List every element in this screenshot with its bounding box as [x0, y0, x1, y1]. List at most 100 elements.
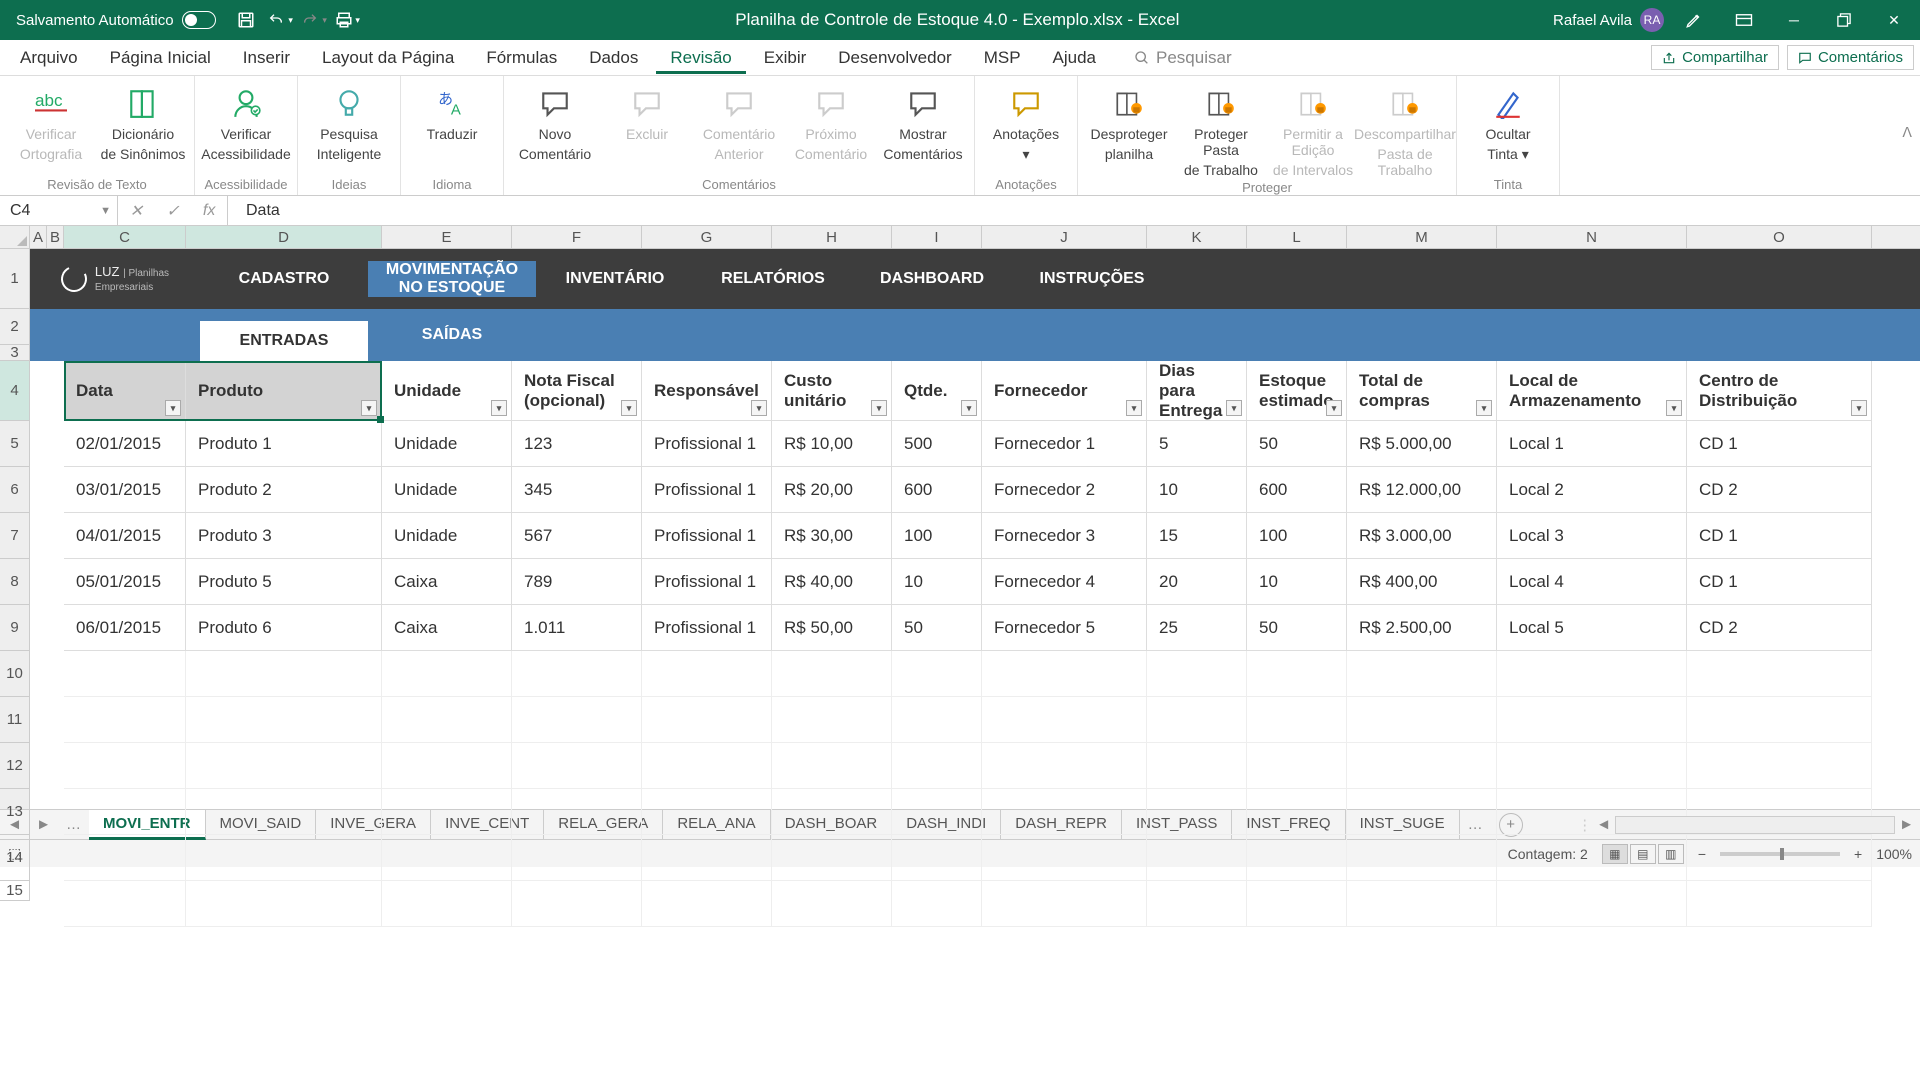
row-header-4[interactable]: 4: [0, 361, 30, 421]
filter-icon[interactable]: ▾: [165, 400, 181, 416]
row-header-8[interactable]: 8: [0, 559, 30, 605]
table-cell[interactable]: R$ 12.000,00: [1347, 467, 1497, 513]
table-cell[interactable]: 567: [512, 513, 642, 559]
table-cell[interactable]: 600: [892, 467, 982, 513]
table-cell[interactable]: R$ 20,00: [772, 467, 892, 513]
filter-icon[interactable]: ▾: [491, 400, 507, 416]
column-header-M[interactable]: M: [1347, 226, 1497, 248]
ribbon-verificar-button[interactable]: VerificarAcessibilidade: [203, 80, 289, 162]
undo-icon[interactable]: ▾: [266, 6, 294, 34]
row-header-9[interactable]: 9: [0, 605, 30, 651]
table-cell[interactable]: CD 1: [1687, 559, 1872, 605]
table-cell[interactable]: Produto 5: [186, 559, 382, 605]
table-cell[interactable]: 02/01/2015: [64, 421, 186, 467]
minimize-button[interactable]: ─: [1774, 6, 1814, 34]
table-cell[interactable]: Produto 3: [186, 513, 382, 559]
filter-icon[interactable]: ▾: [1126, 400, 1142, 416]
empty-row[interactable]: [30, 651, 1920, 697]
app-tab-instruções[interactable]: INSTRUÇÕES: [1012, 270, 1172, 288]
select-all-button[interactable]: [0, 226, 30, 248]
ribbon-tab-fórmulas[interactable]: Fórmulas: [472, 42, 571, 74]
table-header-9[interactable]: Estoque estimado▾: [1247, 361, 1347, 421]
table-cell[interactable]: Fornecedor 2: [982, 467, 1147, 513]
table-cell[interactable]: CD 1: [1687, 421, 1872, 467]
ribbon-tab-dados[interactable]: Dados: [575, 42, 652, 74]
user-account[interactable]: Rafael Avila RA: [1553, 8, 1664, 32]
row-header-1[interactable]: 1: [0, 249, 30, 309]
ribbon-tab-página-inicial[interactable]: Página Inicial: [96, 42, 225, 74]
row-header-7[interactable]: 7: [0, 513, 30, 559]
fx-icon[interactable]: fx: [203, 202, 215, 220]
column-header-D[interactable]: D: [186, 226, 382, 248]
ribbon-pesquisa-button[interactable]: PesquisaInteligente: [306, 80, 392, 162]
table-cell[interactable]: Profissional 1: [642, 605, 772, 651]
table-cell[interactable]: R$ 10,00: [772, 421, 892, 467]
table-cell[interactable]: Fornecedor 5: [982, 605, 1147, 651]
table-cell[interactable]: R$ 50,00: [772, 605, 892, 651]
table-cell[interactable]: Unidade: [382, 513, 512, 559]
table-cell[interactable]: 500: [892, 421, 982, 467]
table-cell[interactable]: CD 2: [1687, 467, 1872, 513]
ribbon-ocultar-button[interactable]: OcultarTinta ▾: [1465, 80, 1551, 163]
table-cell[interactable]: 100: [1247, 513, 1347, 559]
table-cell[interactable]: R$ 2.500,00: [1347, 605, 1497, 651]
column-header-A[interactable]: A: [30, 226, 47, 248]
table-cell[interactable]: Local 4: [1497, 559, 1687, 605]
filter-icon[interactable]: ▾: [961, 400, 977, 416]
table-header-2[interactable]: Unidade▾: [382, 361, 512, 421]
table-cell[interactable]: 100: [892, 513, 982, 559]
table-cell[interactable]: R$ 40,00: [772, 559, 892, 605]
ribbon-dicionário-button[interactable]: Dicionáriode Sinônimos: [100, 80, 186, 162]
table-cell[interactable]: 06/01/2015: [64, 605, 186, 651]
ribbon-tab-ajuda[interactable]: Ajuda: [1039, 42, 1110, 74]
filter-icon[interactable]: ▾: [1326, 400, 1342, 416]
filter-icon[interactable]: ▾: [751, 400, 767, 416]
empty-row[interactable]: [30, 881, 1920, 927]
table-cell[interactable]: R$ 400,00: [1347, 559, 1497, 605]
table-cell[interactable]: 05/01/2015: [64, 559, 186, 605]
print-icon[interactable]: ▾: [334, 6, 362, 34]
table-cell[interactable]: Caixa: [382, 559, 512, 605]
table-cell[interactable]: CD 2: [1687, 605, 1872, 651]
table-header-11[interactable]: Local de Armazenamento▾: [1497, 361, 1687, 421]
filter-icon[interactable]: ▾: [1476, 400, 1492, 416]
app-tab-inventário[interactable]: INVENTÁRIO: [536, 270, 694, 288]
ribbon-novo-button[interactable]: NovoComentário: [512, 80, 598, 162]
column-header-G[interactable]: G: [642, 226, 772, 248]
autosave-toggle[interactable]: Salvamento Automático: [6, 11, 226, 29]
app-tab-dashboard[interactable]: DASHBOARD: [852, 270, 1012, 288]
table-cell[interactable]: Fornecedor 4: [982, 559, 1147, 605]
table-cell[interactable]: 10: [1247, 559, 1347, 605]
ribbon-mostrar-button[interactable]: MostrarComentários: [880, 80, 966, 162]
column-header-N[interactable]: N: [1497, 226, 1687, 248]
table-header-8[interactable]: Dias para Entrega▾: [1147, 361, 1247, 421]
table-cell[interactable]: R$ 30,00: [772, 513, 892, 559]
close-button[interactable]: ✕: [1874, 6, 1914, 34]
comments-button[interactable]: Comentários: [1787, 45, 1914, 70]
filter-icon[interactable]: ▾: [871, 400, 887, 416]
table-cell[interactable]: 789: [512, 559, 642, 605]
horizontal-scrollbar[interactable]: [1615, 816, 1895, 834]
table-header-6[interactable]: Qtde.▾: [892, 361, 982, 421]
table-cell[interactable]: 50: [892, 605, 982, 651]
row-header-5[interactable]: 5: [0, 421, 30, 467]
redo-icon[interactable]: ▾: [300, 6, 328, 34]
table-cell[interactable]: 123: [512, 421, 642, 467]
table-cell[interactable]: R$ 5.000,00: [1347, 421, 1497, 467]
table-cell[interactable]: 5: [1147, 421, 1247, 467]
table-cell[interactable]: Fornecedor 3: [982, 513, 1147, 559]
filter-icon[interactable]: ▾: [1851, 400, 1867, 416]
filter-icon[interactable]: ▾: [1226, 400, 1242, 416]
tell-me-search[interactable]: Pesquisar: [1114, 48, 1232, 68]
worksheet[interactable]: LUZ | PlanilhasEmpresariaisCADASTROMOVIM…: [30, 249, 1920, 809]
table-cell[interactable]: Caixa: [382, 605, 512, 651]
ribbon-tab-arquivo[interactable]: Arquivo: [6, 42, 92, 74]
row-header-10[interactable]: 10: [0, 651, 30, 697]
table-cell[interactable]: 50: [1247, 421, 1347, 467]
ribbon-tab-exibir[interactable]: Exibir: [750, 42, 821, 74]
table-cell[interactable]: 04/01/2015: [64, 513, 186, 559]
empty-row[interactable]: [30, 697, 1920, 743]
column-header-B[interactable]: B: [47, 226, 64, 248]
ribbon-proteger-pasta-button[interactable]: Proteger Pastade Trabalho: [1178, 80, 1264, 178]
filter-icon[interactable]: ▾: [361, 400, 377, 416]
